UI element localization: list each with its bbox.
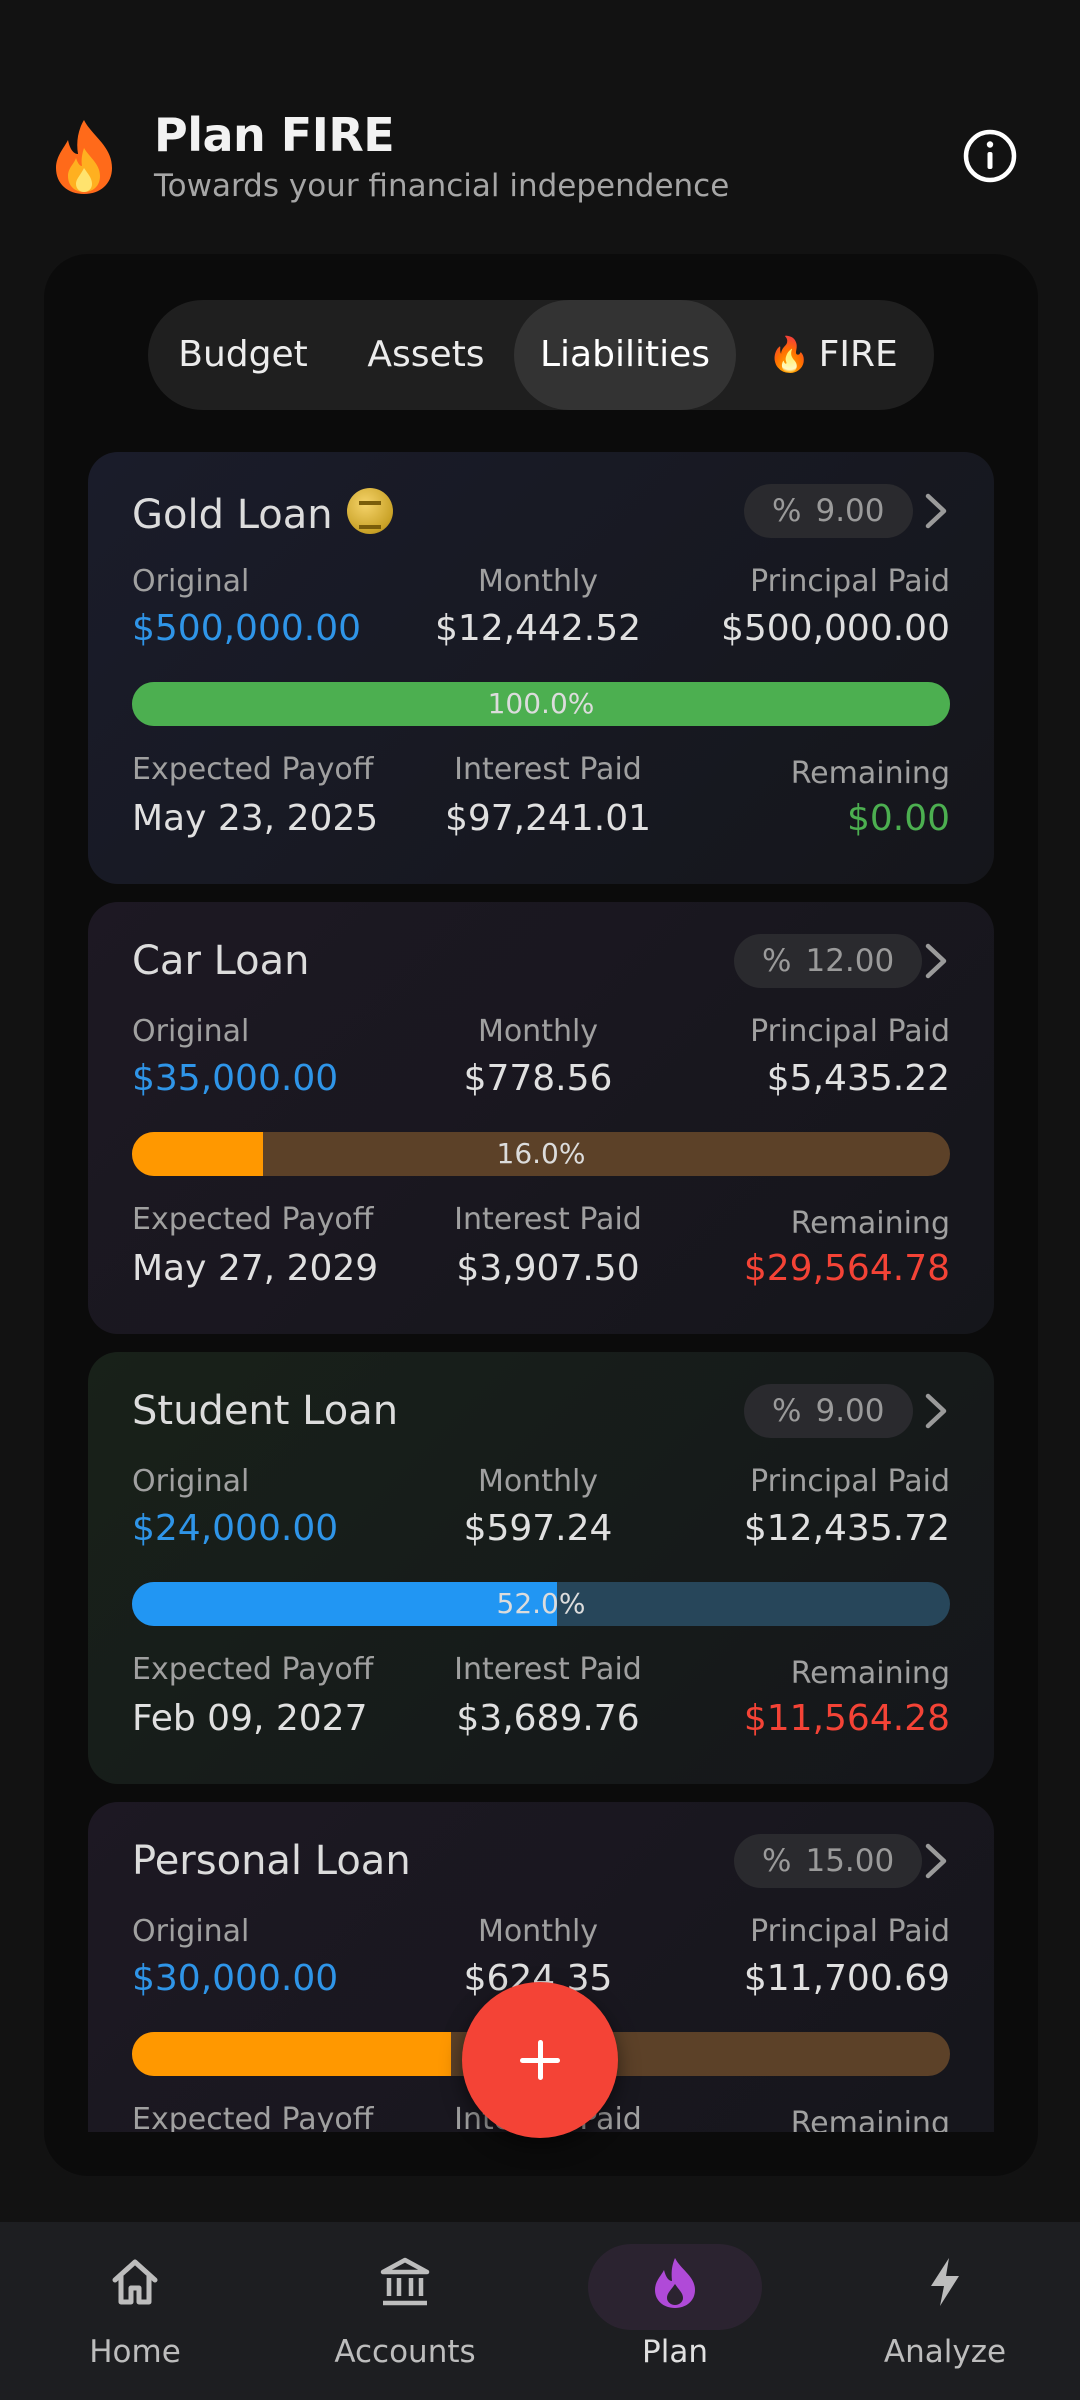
remaining-amount: $29,564.78 <box>743 1248 950 1289</box>
fire-emoji-icon: 🔥 <box>768 335 811 375</box>
remaining-label: Remaining <box>790 1656 950 1691</box>
remaining-label: Remaining <box>790 756 950 791</box>
progress-percent: 16.0% <box>496 1137 586 1170</box>
original-label: Original <box>132 1464 250 1499</box>
repayment-progress-bar: 52.0% <box>132 1582 950 1626</box>
interest-paid-label: Interest Paid <box>454 1202 642 1237</box>
chevron-right-icon[interactable] <box>918 942 954 980</box>
nav-home-label: Home <box>89 2334 181 2370</box>
progress-percent: 52.0% <box>496 1587 586 1620</box>
remaining-label: Remaining <box>790 2106 950 2132</box>
original-amount: $500,000.00 <box>132 608 362 649</box>
gold-coin-icon <box>346 488 393 534</box>
interest-rate-value: 12.00 <box>805 943 895 979</box>
chevron-right-icon[interactable] <box>918 1392 954 1430</box>
nav-analyze-label: Analyze <box>883 2334 1007 2370</box>
interest-rate-value: 9.00 <box>815 1393 885 1429</box>
loan-card[interactable]: Gold Loan% 9.00 Original Monthly Principal P… <box>88 452 994 884</box>
page-title: Plan FIRE <box>154 108 395 162</box>
monthly-label: Monthly <box>477 1014 599 1049</box>
bolt-icon <box>931 2258 959 2306</box>
tab-budget[interactable]: Budget <box>148 300 338 410</box>
percent-icon: % <box>772 1393 802 1429</box>
monthly-label: Monthly <box>477 1914 599 1949</box>
interest-rate-value: 9.00 <box>815 493 885 529</box>
principal-paid-amount: $500,000.00 <box>720 608 950 649</box>
loan-name: Personal Loan <box>132 1838 411 1884</box>
plan-tabs: Budget Assets Liabilities 🔥 FIRE <box>148 300 934 410</box>
repayment-progress-bar: 100.0% <box>132 682 950 726</box>
principal-paid-label: Principal Paid <box>750 1914 950 1949</box>
tab-fire[interactable]: 🔥 FIRE <box>740 300 926 410</box>
expected-payoff-label: Expected Payoff <box>132 1202 374 1237</box>
chevron-right-icon[interactable] <box>918 492 954 530</box>
nav-home[interactable]: Home <box>0 2222 270 2400</box>
monthly-label: Monthly <box>477 1464 599 1499</box>
add-liability-button[interactable] <box>462 1982 618 2138</box>
expected-payoff-date: May 27, 2029 <box>132 1248 379 1289</box>
bottom-navigation: Home Accounts Plan Analyze <box>0 2222 1080 2400</box>
loan-name: Student Loan <box>132 1388 399 1434</box>
interest-paid-label: Interest Paid <box>454 752 642 787</box>
repayment-progress-bar: 16.0% <box>132 1132 950 1176</box>
expected-payoff-label: Expected Payoff <box>132 1652 374 1687</box>
principal-paid-label: Principal Paid <box>750 564 950 599</box>
principal-paid-amount: $5,435.22 <box>766 1058 950 1099</box>
interest-paid-label: Interest Paid <box>454 1652 642 1687</box>
loan-card[interactable]: Student Loan% 9.00 Original Monthly Principa… <box>88 1352 994 1784</box>
remaining-amount: $0.00 <box>846 798 950 839</box>
fire-emoji-icon <box>56 120 112 194</box>
monthly-label: Monthly <box>477 564 599 599</box>
chevron-right-icon[interactable] <box>918 1842 954 1880</box>
expected-payoff-label: Expected Payoff <box>132 752 374 787</box>
loan-name: Car Loan <box>132 938 310 984</box>
loan-card[interactable]: Car Loan% 12.00 Original Monthly Principal P… <box>88 902 994 1334</box>
original-label: Original <box>132 564 250 599</box>
original-label: Original <box>132 1014 250 1049</box>
remaining-label: Remaining <box>790 1206 950 1241</box>
interest-rate-value: 15.00 <box>805 1843 895 1879</box>
nav-plan[interactable]: Plan <box>540 2222 810 2400</box>
interest-rate-badge: % 12.00 <box>734 934 923 988</box>
principal-paid-amount: $12,435.72 <box>743 1508 950 1549</box>
nav-plan-label: Plan <box>642 2334 708 2370</box>
bank-icon <box>380 2257 430 2306</box>
original-amount: $30,000.00 <box>132 1958 339 1999</box>
fire-icon <box>655 2258 695 2308</box>
expected-payoff-date: May 23, 2025 <box>132 798 379 839</box>
percent-icon: % <box>762 1843 792 1879</box>
page-subtitle: Towards your financial independence <box>154 168 730 204</box>
percent-icon: % <box>772 493 802 529</box>
principal-paid-amount: $11,700.69 <box>743 1958 950 1999</box>
main-panel: Budget Assets Liabilities 🔥 FIRE Gold Loa… <box>44 254 1038 2176</box>
interest-rate-badge: % 9.00 <box>744 484 913 538</box>
home-icon <box>112 2259 158 2305</box>
expected-payoff-label: Expected Payoff <box>132 2102 374 2132</box>
original-amount: $35,000.00 <box>132 1058 339 1099</box>
tab-liabilities[interactable]: Liabilities <box>514 300 736 410</box>
principal-paid-label: Principal Paid <box>750 1014 950 1049</box>
remaining-amount: $11,564.28 <box>743 1698 950 1739</box>
app-header: Plan FIRE Towards your financial indepen… <box>0 0 1080 250</box>
info-icon[interactable] <box>962 128 1018 184</box>
principal-paid-label: Principal Paid <box>750 1464 950 1499</box>
original-amount: $24,000.00 <box>132 1508 339 1549</box>
original-label: Original <box>132 1914 250 1949</box>
percent-icon: % <box>762 943 792 979</box>
tab-assets[interactable]: Assets <box>338 300 514 410</box>
nav-accounts-label: Accounts <box>334 2334 476 2370</box>
loan-name: Gold Loan <box>132 488 393 538</box>
expected-payoff-date: Feb 09, 2027 <box>132 1698 368 1739</box>
interest-rate-badge: % 15.00 <box>734 1834 923 1888</box>
nav-accounts[interactable]: Accounts <box>270 2222 540 2400</box>
progress-percent: 100.0% <box>487 687 595 720</box>
liabilities-list: Gold Loan% 9.00 Original Monthly Principal P… <box>88 452 994 2132</box>
interest-rate-badge: % 9.00 <box>744 1384 913 1438</box>
nav-analyze[interactable]: Analyze <box>810 2222 1080 2400</box>
